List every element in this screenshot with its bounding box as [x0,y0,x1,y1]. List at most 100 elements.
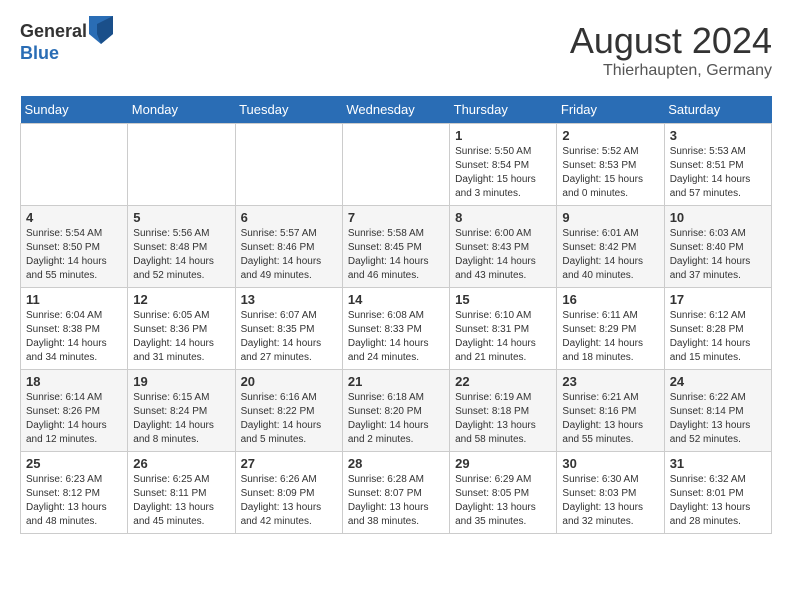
header: General Blue August 2024 Thierhaupten, G… [20,20,772,80]
day-number: 9 [562,210,658,225]
day-info: Sunrise: 6:08 AM Sunset: 8:33 PM Dayligh… [348,309,444,365]
calendar-cell: 23 Sunrise: 6:21 AM Sunset: 8:16 PM Dayli… [557,370,664,452]
day-info: Sunrise: 6:01 AM Sunset: 8:42 PM Dayligh… [562,227,658,283]
day-number: 18 [26,374,122,389]
calendar-cell: 1 Sunrise: 5:50 AM Sunset: 8:54 PM Daylig… [450,124,557,206]
logo-blue-text: Blue [20,44,113,64]
day-number: 2 [562,128,658,143]
day-info: Sunrise: 6:07 AM Sunset: 8:35 PM Dayligh… [241,309,337,365]
day-info: Sunrise: 6:18 AM Sunset: 8:20 PM Dayligh… [348,391,444,447]
calendar-cell: 11Sunrise: 6:04 AM Sunset: 8:38 PM Dayli… [21,288,128,370]
calendar-cell: 30 Sunrise: 6:30 AM Sunset: 8:03 PM Dayli… [557,452,664,534]
day-number: 14 [348,292,444,307]
calendar-cell [21,124,128,206]
day-number: 16 [562,292,658,307]
day-number: 6 [241,210,337,225]
day-number: 7 [348,210,444,225]
location-subtitle: Thierhaupten, Germany [570,62,772,80]
calendar-week-row: 25 Sunrise: 6:23 AM Sunset: 8:12 PM Dayli… [21,452,772,534]
calendar-cell: 8Sunrise: 6:00 AM Sunset: 8:43 PM Daylig… [450,206,557,288]
day-info: Sunrise: 5:54 AM Sunset: 8:50 PM Dayligh… [26,227,122,283]
calendar-cell: 14 Sunrise: 6:08 AM Sunset: 8:33 PM Dayli… [342,288,449,370]
calendar-cell [235,124,342,206]
day-number: 22 [455,374,551,389]
day-number: 26 [133,456,229,471]
day-number: 10 [670,210,766,225]
day-info: Sunrise: 6:23 AM Sunset: 8:12 PM Dayligh… [26,473,122,529]
day-info: Sunrise: 6:05 AM Sunset: 8:36 PM Dayligh… [133,309,229,365]
calendar-cell: 22 Sunrise: 6:19 AM Sunset: 8:18 PM Dayli… [450,370,557,452]
logo-icon [89,16,113,44]
day-number: 20 [241,374,337,389]
calendar-cell: 9 Sunrise: 6:01 AM Sunset: 8:42 PM Daylig… [557,206,664,288]
calendar-cell [342,124,449,206]
day-number: 21 [348,374,444,389]
logo-general-text: General [20,22,87,42]
calendar-cell: 27Sunrise: 6:26 AM Sunset: 8:09 PM Dayli… [235,452,342,534]
logo: General Blue [20,20,113,64]
day-info: Sunrise: 6:14 AM Sunset: 8:26 PM Dayligh… [26,391,122,447]
calendar-cell: 4 Sunrise: 5:54 AM Sunset: 8:50 PM Daylig… [21,206,128,288]
header-day-saturday: Saturday [664,96,771,124]
day-info: Sunrise: 5:56 AM Sunset: 8:48 PM Dayligh… [133,227,229,283]
calendar-cell: 17Sunrise: 6:12 AM Sunset: 8:28 PM Dayli… [664,288,771,370]
calendar-cell: 21 Sunrise: 6:18 AM Sunset: 8:20 PM Dayli… [342,370,449,452]
calendar-cell: 20Sunrise: 6:16 AM Sunset: 8:22 PM Dayli… [235,370,342,452]
day-info: Sunrise: 6:29 AM Sunset: 8:05 PM Dayligh… [455,473,551,529]
calendar-cell [128,124,235,206]
calendar-table: SundayMondayTuesdayWednesdayThursdayFrid… [20,96,772,534]
calendar-cell: 12Sunrise: 6:05 AM Sunset: 8:36 PM Dayli… [128,288,235,370]
calendar-header-row: SundayMondayTuesdayWednesdayThursdayFrid… [21,96,772,124]
day-info: Sunrise: 6:19 AM Sunset: 8:18 PM Dayligh… [455,391,551,447]
calendar-week-row: 1 Sunrise: 5:50 AM Sunset: 8:54 PM Daylig… [21,124,772,206]
day-info: Sunrise: 5:50 AM Sunset: 8:54 PM Dayligh… [455,145,551,201]
day-info: Sunrise: 6:22 AM Sunset: 8:14 PM Dayligh… [670,391,766,447]
day-info: Sunrise: 5:52 AM Sunset: 8:53 PM Dayligh… [562,145,658,201]
day-info: Sunrise: 6:15 AM Sunset: 8:24 PM Dayligh… [133,391,229,447]
day-info: Sunrise: 5:53 AM Sunset: 8:51 PM Dayligh… [670,145,766,201]
calendar-cell: 7 Sunrise: 5:58 AM Sunset: 8:45 PM Daylig… [342,206,449,288]
day-number: 28 [348,456,444,471]
day-info: Sunrise: 6:12 AM Sunset: 8:28 PM Dayligh… [670,309,766,365]
day-info: Sunrise: 6:30 AM Sunset: 8:03 PM Dayligh… [562,473,658,529]
day-number: 1 [455,128,551,143]
calendar-cell: 3Sunrise: 5:53 AM Sunset: 8:51 PM Daylig… [664,124,771,206]
calendar-cell: 2 Sunrise: 5:52 AM Sunset: 8:53 PM Daylig… [557,124,664,206]
day-number: 23 [562,374,658,389]
day-info: Sunrise: 6:10 AM Sunset: 8:31 PM Dayligh… [455,309,551,365]
calendar-cell: 19Sunrise: 6:15 AM Sunset: 8:24 PM Dayli… [128,370,235,452]
calendar-cell: 25 Sunrise: 6:23 AM Sunset: 8:12 PM Dayli… [21,452,128,534]
day-info: Sunrise: 6:28 AM Sunset: 8:07 PM Dayligh… [348,473,444,529]
calendar-week-row: 18 Sunrise: 6:14 AM Sunset: 8:26 PM Dayli… [21,370,772,452]
calendar-cell: 18 Sunrise: 6:14 AM Sunset: 8:26 PM Dayli… [21,370,128,452]
header-day-monday: Monday [128,96,235,124]
header-day-wednesday: Wednesday [342,96,449,124]
calendar-cell: 31Sunrise: 6:32 AM Sunset: 8:01 PM Dayli… [664,452,771,534]
day-number: 30 [562,456,658,471]
day-info: Sunrise: 6:32 AM Sunset: 8:01 PM Dayligh… [670,473,766,529]
day-number: 11 [26,292,122,307]
day-number: 24 [670,374,766,389]
calendar-cell: 10 Sunrise: 6:03 AM Sunset: 8:40 PM Dayli… [664,206,771,288]
day-number: 27 [241,456,337,471]
calendar-cell: 26Sunrise: 6:25 AM Sunset: 8:11 PM Dayli… [128,452,235,534]
calendar-cell: 15 Sunrise: 6:10 AM Sunset: 8:31 PM Dayli… [450,288,557,370]
calendar-week-row: 11Sunrise: 6:04 AM Sunset: 8:38 PM Dayli… [21,288,772,370]
day-info: Sunrise: 6:21 AM Sunset: 8:16 PM Dayligh… [562,391,658,447]
calendar-cell: 28 Sunrise: 6:28 AM Sunset: 8:07 PM Dayli… [342,452,449,534]
day-info: Sunrise: 5:58 AM Sunset: 8:45 PM Dayligh… [348,227,444,283]
day-info: Sunrise: 6:11 AM Sunset: 8:29 PM Dayligh… [562,309,658,365]
calendar-cell: 5Sunrise: 5:56 AM Sunset: 8:48 PM Daylig… [128,206,235,288]
day-number: 25 [26,456,122,471]
day-number: 15 [455,292,551,307]
day-number: 29 [455,456,551,471]
day-number: 13 [241,292,337,307]
calendar-cell: 13 Sunrise: 6:07 AM Sunset: 8:35 PM Dayli… [235,288,342,370]
day-info: Sunrise: 6:03 AM Sunset: 8:40 PM Dayligh… [670,227,766,283]
calendar-cell: 29 Sunrise: 6:29 AM Sunset: 8:05 PM Dayli… [450,452,557,534]
header-day-thursday: Thursday [450,96,557,124]
day-number: 8 [455,210,551,225]
header-day-sunday: Sunday [21,96,128,124]
day-number: 4 [26,210,122,225]
day-info: Sunrise: 5:57 AM Sunset: 8:46 PM Dayligh… [241,227,337,283]
